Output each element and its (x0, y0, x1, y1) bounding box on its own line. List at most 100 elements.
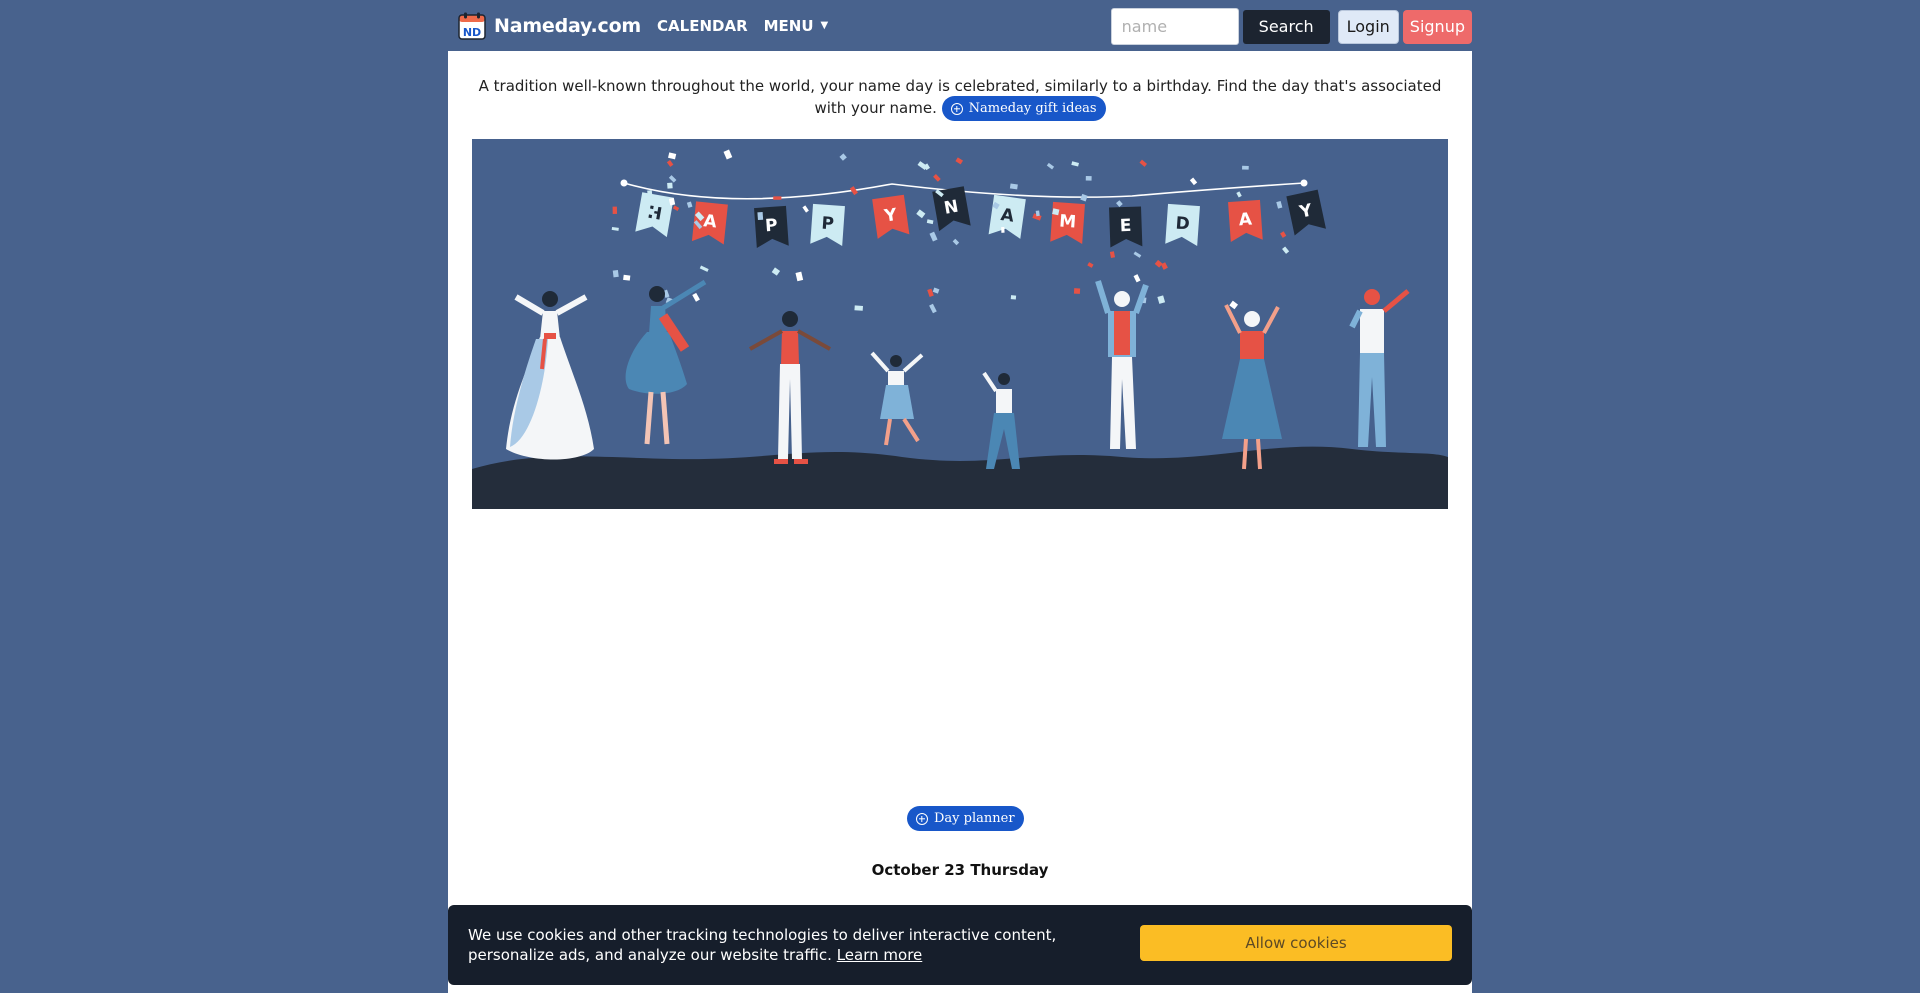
site-logo-link[interactable]: ND Nameday.com (458, 12, 641, 40)
banner-flag: P (754, 205, 789, 249)
confetti-piece (611, 226, 619, 231)
nav-menu-dropdown[interactable]: MENU ▼ (764, 17, 829, 35)
top-navbar: ND Nameday.com CALENDAR MENU ▼ Search Lo… (448, 0, 1472, 51)
happy-nameday-hero-image: HAPPYNAMEDAY (472, 139, 1448, 509)
confetti-piece (612, 206, 618, 214)
confetti-piece (802, 205, 809, 213)
banner-flag: M (1050, 201, 1085, 245)
confetti-piece (771, 267, 781, 276)
confetti-piece (927, 288, 934, 297)
learn-more-link[interactable]: Learn more (837, 946, 923, 964)
confetti-piece (854, 305, 864, 311)
calendar-logo-icon: ND (458, 12, 486, 40)
banner-letter: P (821, 214, 835, 235)
banner-flag: P (810, 203, 845, 247)
intro-paragraph: A tradition well-known throughout the wo… (472, 76, 1448, 121)
ground-hill (472, 446, 1448, 509)
person-man-white (1349, 289, 1410, 447)
banner-flag: H (635, 192, 674, 238)
nav-calendar-link[interactable]: CALENDAR (657, 17, 748, 35)
garland-pin-left (620, 179, 628, 187)
confetti-piece (1085, 175, 1092, 181)
confetti-piece (1035, 210, 1040, 217)
search-button[interactable]: Search (1242, 9, 1330, 44)
banner-flag: Y (872, 194, 910, 239)
person-white-trousers (749, 311, 831, 464)
day-planner-button[interactable]: Day planner (907, 806, 1024, 831)
garland-pin-right (1300, 179, 1308, 187)
confetti-piece (839, 153, 847, 161)
confetti-piece (666, 159, 674, 167)
logo-letters: ND (463, 26, 481, 39)
confetti-piece (929, 303, 937, 314)
confetti-piece (795, 271, 804, 282)
gift-ideas-label: Nameday gift ideas (968, 101, 1097, 116)
banner-flag: D (1165, 203, 1200, 247)
person-polka-dot (1222, 304, 1282, 470)
confetti-piece (1001, 226, 1005, 233)
banner-letter: A (1238, 209, 1253, 230)
day-planner-label: Day planner (934, 811, 1015, 826)
confetti-piece (1133, 251, 1142, 258)
login-button[interactable]: Login (1337, 9, 1399, 44)
banner-flags: HAPPYNAMEDAY (635, 186, 1326, 249)
nameday-gift-ideas-button[interactable]: Nameday gift ideas (941, 96, 1106, 121)
banner-letter: P (764, 216, 778, 237)
confetti-piece (668, 175, 677, 183)
confetti-piece (1154, 259, 1163, 268)
confetti-piece (929, 231, 938, 242)
confetti-piece (933, 174, 941, 182)
confetti-piece (1009, 183, 1018, 190)
banner-letter: E (1120, 216, 1132, 236)
nav-actions: Search Login Signup (1110, 8, 1472, 45)
confetti-piece (1073, 288, 1081, 294)
confetti-piece (955, 157, 963, 165)
person-gown (506, 291, 594, 460)
confetti-piece (952, 238, 960, 246)
confetti-piece (672, 205, 680, 212)
confetti-piece (647, 190, 653, 198)
confetti-piece (932, 287, 940, 294)
confetti-piece (926, 219, 934, 225)
confetti-piece (1116, 200, 1123, 207)
banner-flag: A (988, 194, 1026, 239)
confetti-piece (1133, 274, 1141, 283)
banner-flag: E (1109, 206, 1143, 248)
confetti-piece (699, 265, 709, 272)
confetti-piece (612, 270, 619, 278)
confetti-piece (668, 152, 677, 160)
name-search-input[interactable] (1110, 8, 1239, 45)
banner-letter: D (1175, 213, 1190, 234)
confetti-piece (757, 211, 764, 221)
confetti-piece (623, 274, 631, 281)
confetti-piece (667, 182, 673, 189)
confetti-piece (916, 209, 926, 219)
confetti-piece (1046, 162, 1055, 170)
cookie-message-text: We use cookies and other tracking techno… (468, 926, 1057, 964)
confetti-piece (1139, 159, 1148, 167)
current-date-heading: October 23 Thursday (871, 861, 1049, 879)
confetti-piece (773, 196, 782, 200)
cookie-consent-bar: We use cookies and other tracking techno… (448, 905, 1472, 985)
confetti-piece (1157, 295, 1166, 304)
cookie-message: We use cookies and other tracking techno… (468, 925, 1118, 965)
person-blue-dress (625, 279, 707, 445)
confetti-piece (1010, 295, 1017, 300)
banner-letter: M (1059, 211, 1077, 232)
allow-cookies-button[interactable]: Allow cookies (1140, 925, 1452, 961)
confetti-piece (1071, 161, 1079, 167)
confetti-piece (1080, 193, 1088, 202)
confetti-piece (1189, 177, 1198, 186)
confetti-piece (692, 292, 700, 302)
confetti-piece (1109, 251, 1116, 259)
signup-button[interactable]: Signup (1402, 9, 1472, 44)
confetti-piece (1280, 231, 1287, 238)
plus-circle-icon (950, 102, 963, 115)
confetti-piece (1087, 262, 1094, 268)
person-man-striped (1095, 280, 1149, 449)
banner-flag: Y (1286, 189, 1326, 236)
confetti-piece (723, 149, 733, 160)
confetti-piece (686, 201, 693, 208)
person-boy (982, 371, 1020, 469)
confetti-piece (1282, 246, 1290, 254)
